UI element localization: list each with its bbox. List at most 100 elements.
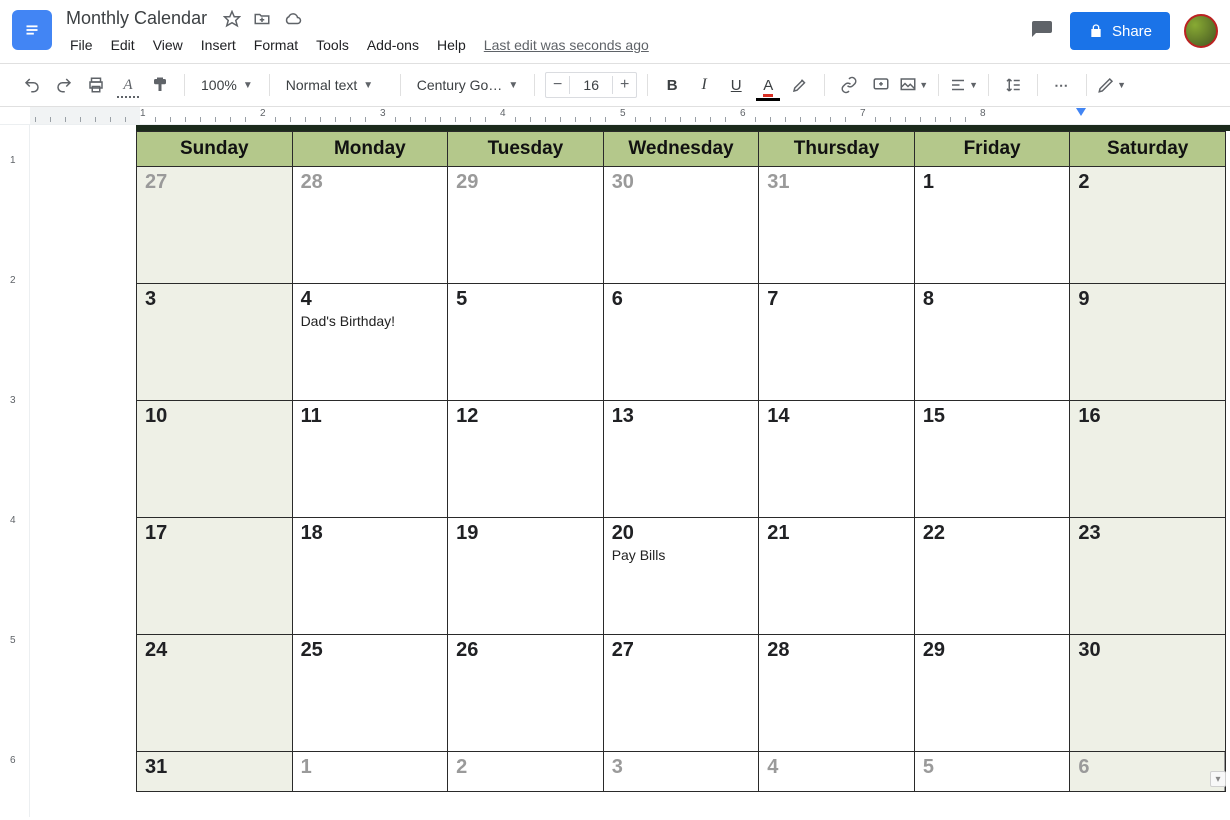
- calendar-cell[interactable]: 31: [137, 752, 293, 792]
- calendar-cell[interactable]: 29: [448, 167, 604, 284]
- menu-file[interactable]: File: [62, 33, 101, 57]
- docs-logo[interactable]: [12, 10, 52, 50]
- calendar-cell[interactable]: 16: [1070, 401, 1226, 518]
- comments-icon[interactable]: [1028, 17, 1056, 45]
- font-size-increase[interactable]: +: [612, 76, 636, 94]
- calendar-cell[interactable]: 26: [448, 635, 604, 752]
- menu-format[interactable]: Format: [246, 33, 306, 57]
- menu-view[interactable]: View: [145, 33, 191, 57]
- calendar-cell[interactable]: 4Dad's Birthday!: [292, 284, 448, 401]
- calendar-cell[interactable]: 27: [603, 635, 759, 752]
- ruler-number: 8: [980, 108, 986, 119]
- menu-help[interactable]: Help: [429, 33, 474, 57]
- last-edit-link[interactable]: Last edit was seconds ago: [484, 37, 649, 53]
- calendar-cell[interactable]: 5: [448, 284, 604, 401]
- calendar-cell[interactable]: 15: [914, 401, 1070, 518]
- line-spacing-button[interactable]: [999, 71, 1027, 99]
- paint-format-button[interactable]: [146, 71, 174, 99]
- redo-button[interactable]: [50, 71, 78, 99]
- calendar-table[interactable]: SundayMondayTuesdayWednesdayThursdayFrid…: [136, 131, 1226, 792]
- font-size-value[interactable]: 16: [570, 77, 612, 93]
- calendar-cell[interactable]: 2: [448, 752, 604, 792]
- undo-button[interactable]: [18, 71, 46, 99]
- editing-mode-button[interactable]: ▼: [1097, 71, 1126, 99]
- calendar-cell[interactable]: 6: [603, 284, 759, 401]
- calendar-cell[interactable]: 3: [603, 752, 759, 792]
- doc-title[interactable]: Monthly Calendar: [62, 6, 211, 31]
- menu-addons[interactable]: Add-ons: [359, 33, 427, 57]
- horizontal-ruler[interactable]: 12345678: [30, 107, 1230, 124]
- chevron-down-icon: ▼: [508, 80, 518, 91]
- explore-button[interactable]: ▾: [1210, 771, 1226, 787]
- menu-insert[interactable]: Insert: [193, 33, 244, 57]
- ruler-number: 2: [10, 275, 16, 286]
- cloud-status-icon[interactable]: [283, 10, 303, 28]
- font-dropdown[interactable]: Century Go… ▼: [411, 71, 525, 99]
- calendar-cell[interactable]: 7: [759, 284, 915, 401]
- vertical-ruler[interactable]: 123456: [0, 125, 30, 817]
- calendar-cell[interactable]: 11: [292, 401, 448, 518]
- menu-tools[interactable]: Tools: [308, 33, 357, 57]
- calendar-cell[interactable]: 30: [1070, 635, 1226, 752]
- account-avatar[interactable]: [1184, 14, 1218, 48]
- calendar-cell[interactable]: 17: [137, 518, 293, 635]
- calendar-cell[interactable]: 14: [759, 401, 915, 518]
- calendar-cell[interactable]: 28: [292, 167, 448, 284]
- calendar-cell[interactable]: 13: [603, 401, 759, 518]
- calendar-cell[interactable]: 10: [137, 401, 293, 518]
- calendar-cell[interactable]: 5: [914, 752, 1070, 792]
- star-icon[interactable]: [223, 10, 241, 28]
- more-button[interactable]: ⋯: [1048, 71, 1076, 99]
- menu-edit[interactable]: Edit: [103, 33, 143, 57]
- calendar-cell[interactable]: 3: [137, 284, 293, 401]
- calendar-cell[interactable]: 1: [914, 167, 1070, 284]
- calendar-event: Pay Bills: [612, 547, 751, 563]
- print-button[interactable]: [82, 71, 110, 99]
- calendar-cell[interactable]: 12: [448, 401, 604, 518]
- highlight-button[interactable]: [786, 71, 814, 99]
- calendar-event: Dad's Birthday!: [301, 313, 440, 329]
- zoom-dropdown[interactable]: 100%▼: [195, 71, 259, 99]
- calendar-cell[interactable]: 4: [759, 752, 915, 792]
- share-button[interactable]: Share: [1070, 12, 1170, 50]
- text-color-button[interactable]: A: [754, 71, 782, 99]
- font-value: Century Go…: [417, 77, 503, 93]
- bold-button[interactable]: B: [658, 71, 686, 99]
- calendar-cell[interactable]: 31: [759, 167, 915, 284]
- insert-comment-button[interactable]: [867, 71, 895, 99]
- calendar-cell[interactable]: 24: [137, 635, 293, 752]
- spellcheck-button[interactable]: A: [114, 71, 142, 99]
- calendar-day-header: Monday: [292, 132, 448, 167]
- calendar-cell[interactable]: 25: [292, 635, 448, 752]
- style-dropdown[interactable]: Normal text▼: [280, 71, 390, 99]
- ruler-number: 3: [10, 395, 16, 406]
- calendar-cell[interactable]: 2: [1070, 167, 1226, 284]
- document-canvas[interactable]: SundayMondayTuesdayWednesdayThursdayFrid…: [30, 125, 1230, 817]
- zoom-value: 100%: [201, 77, 237, 93]
- calendar-cell[interactable]: 27: [137, 167, 293, 284]
- toolbar: A 100%▼ Normal text▼ Century Go…▼ − 16 +…: [0, 64, 1230, 106]
- calendar-cell[interactable]: 29: [914, 635, 1070, 752]
- align-button[interactable]: ▼: [949, 71, 978, 99]
- calendar-cell[interactable]: 22: [914, 518, 1070, 635]
- calendar-cell[interactable]: 30: [603, 167, 759, 284]
- calendar-cell[interactable]: 1: [292, 752, 448, 792]
- calendar-cell[interactable]: 28: [759, 635, 915, 752]
- calendar-cell[interactable]: 21: [759, 518, 915, 635]
- italic-button[interactable]: I: [690, 71, 718, 99]
- calendar-cell[interactable]: 18: [292, 518, 448, 635]
- calendar-cell[interactable]: 9: [1070, 284, 1226, 401]
- move-icon[interactable]: [253, 10, 271, 28]
- ruler-number: 3: [380, 108, 386, 119]
- calendar-cell[interactable]: 23: [1070, 518, 1226, 635]
- calendar-cell[interactable]: 20Pay Bills: [603, 518, 759, 635]
- insert-image-button[interactable]: ▼: [899, 71, 928, 99]
- ruler-number: 1: [10, 155, 16, 166]
- insert-link-button[interactable]: [835, 71, 863, 99]
- underline-button[interactable]: U: [722, 71, 750, 99]
- calendar-cell[interactable]: 8: [914, 284, 1070, 401]
- font-size-decrease[interactable]: −: [546, 76, 570, 94]
- calendar-cell[interactable]: 6: [1070, 752, 1226, 792]
- style-value: Normal text: [286, 77, 358, 93]
- calendar-cell[interactable]: 19: [448, 518, 604, 635]
